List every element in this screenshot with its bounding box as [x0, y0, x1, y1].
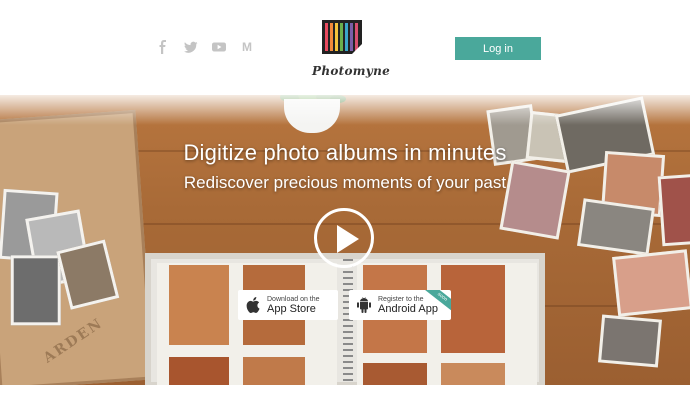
play-video-button[interactable] [314, 208, 374, 268]
scattered-photo [612, 249, 690, 317]
site-header: M Photomyne Log in [0, 0, 690, 95]
bottom-strip [0, 385, 690, 403]
app-store-small-label: Download on the [267, 295, 320, 303]
album-photo [441, 363, 505, 385]
scattered-photo [577, 198, 655, 256]
photo-album [145, 253, 545, 385]
album-photo [363, 363, 427, 385]
hero-title: Digitize photo albums in minutes [183, 140, 507, 165]
login-button[interactable]: Log in [455, 37, 541, 60]
android-app-button[interactable]: Register to the Android App soon [349, 290, 451, 320]
hero-section: ARDEN Digitize photo albums in minutes R… [0, 95, 690, 385]
logo-mark-icon [322, 20, 368, 56]
social-links: M [156, 40, 254, 54]
apple-icon [246, 297, 260, 313]
album-spiral [343, 259, 353, 385]
scattered-photo [598, 314, 662, 368]
crate-photo [56, 239, 120, 310]
android-big-label: Android App [378, 302, 438, 315]
crate-photo [10, 255, 61, 326]
facebook-icon[interactable] [156, 40, 170, 54]
youtube-icon[interactable] [212, 40, 226, 54]
android-small-label: Register to the [378, 295, 424, 303]
android-icon [357, 297, 371, 313]
album-photo [243, 357, 305, 385]
album-photo [169, 265, 229, 345]
app-store-big-label: App Store [267, 302, 316, 315]
app-store-button[interactable]: Download on the App Store [238, 290, 338, 320]
logo-text: Photomyne [312, 64, 391, 78]
photomyne-logo[interactable]: Photomyne [312, 18, 391, 84]
play-icon [337, 225, 359, 253]
top-fade [0, 95, 690, 125]
medium-icon[interactable]: M [240, 40, 254, 54]
hero-subtitle: Rediscover precious moments of your past [183, 173, 507, 192]
album-photo [169, 357, 229, 385]
twitter-icon[interactable] [184, 40, 198, 54]
